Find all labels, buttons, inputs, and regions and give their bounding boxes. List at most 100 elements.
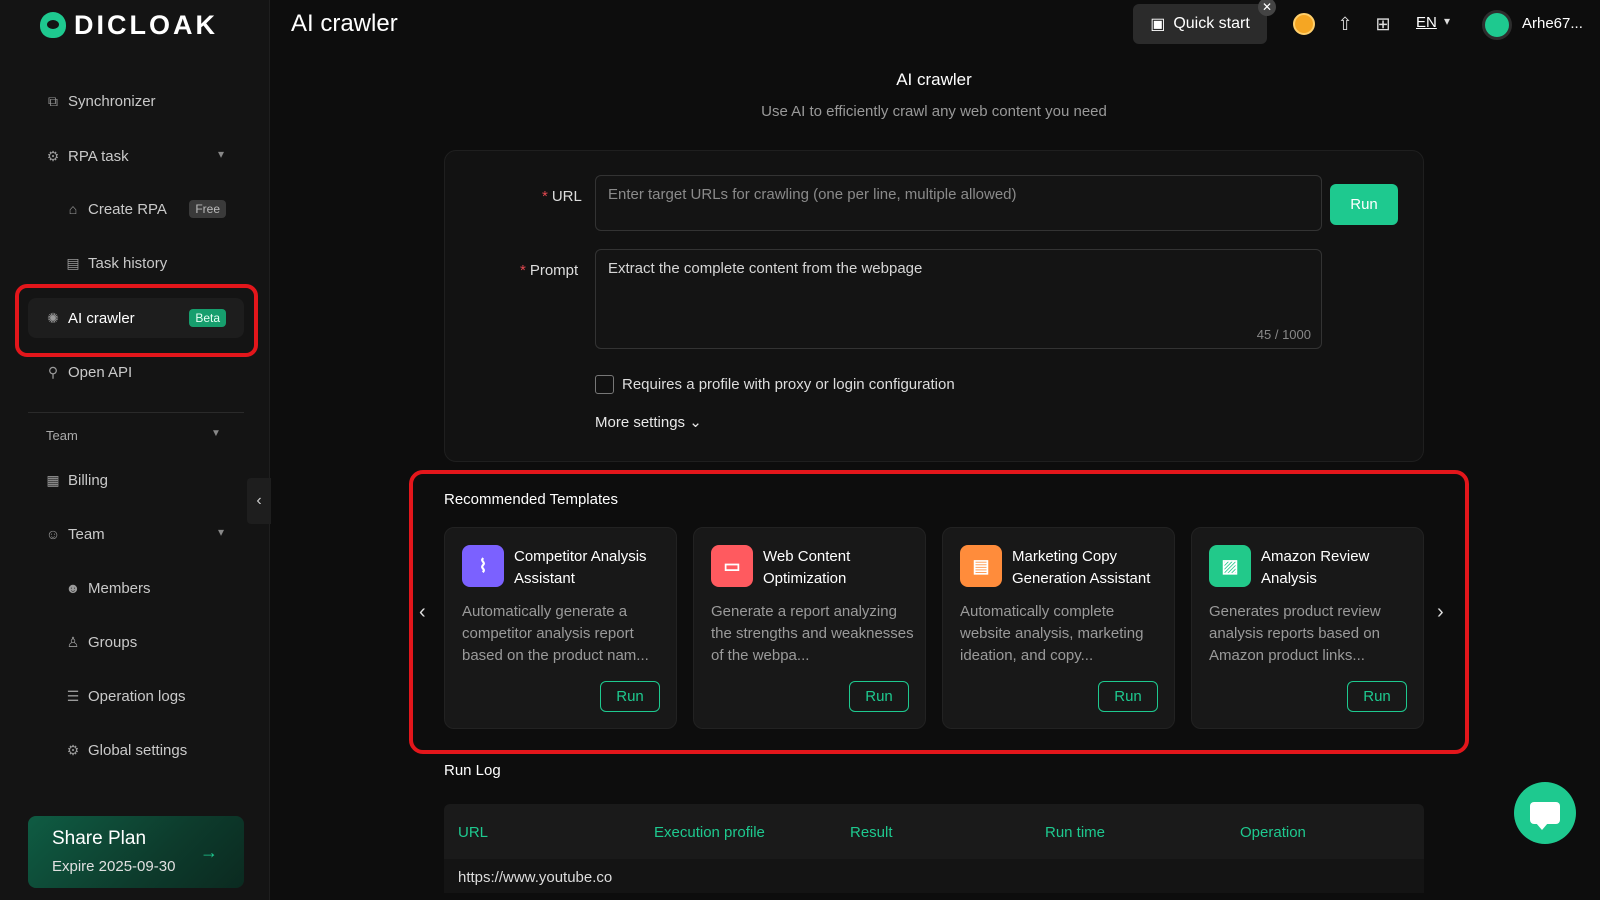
template-run-button[interactable]: Run [1347,681,1407,712]
url-input[interactable]: Enter target URLs for crawling (one per … [595,175,1322,231]
sidebar-item-groups[interactable]: ♙ Groups [28,622,244,662]
close-icon[interactable]: ✕ [1258,0,1276,16]
arrow-right-icon: → [200,842,218,862]
settings-icon: ⚙ [66,741,80,758]
chevron-down-icon: ▾ [217,525,224,539]
chevron-down-icon: ▾ [217,147,224,161]
page-title: AI crawler [291,10,398,37]
chevron-down-icon: ⌄ [689,414,702,431]
template-title: Marketing Copy Generation Assistant [1012,548,1151,587]
sidebar-item-label: Task history [88,254,168,272]
document-icon: ▤ [66,254,80,271]
chart-icon: ⌇ [462,545,504,587]
more-settings-toggle[interactable]: More settings ⌄ [595,413,702,431]
template-title: Amazon Review Analysis [1261,548,1370,587]
required-mark: * [542,188,548,205]
sidebar-divider [28,412,244,413]
docs-icon[interactable]: ⊞ [1371,12,1395,36]
sidebar-item-label: Create RPA [88,200,167,218]
sidebar-item-billing[interactable]: ▦ Billing [28,460,244,500]
template-title: Web Content Optimization [763,548,851,587]
row-url: https://www.youtube.co [458,869,613,886]
sidebar-item-global-settings[interactable]: ⚙ Global settings [28,730,244,770]
main-title: AI crawler [896,70,972,89]
log-icon: ☰ [66,687,80,704]
sidebar-item-label: Team [68,525,105,543]
share-plan-title: Share Plan [52,828,147,849]
groups-icon: ♙ [66,633,80,650]
column-header: Run time [1045,824,1106,841]
sidebar-item-operation-logs[interactable]: ☰ Operation logs [28,676,244,716]
quick-start-button[interactable]: ▣ Quick start [1133,4,1267,44]
required-mark: * [520,262,526,279]
template-run-button[interactable]: Run [600,681,660,712]
chat-bubble-icon [1530,802,1560,830]
sidebar-item-label: Global settings [88,741,188,759]
sidebar-item-label: Members [88,579,151,597]
bill-icon: ▦ [46,471,60,488]
sidebar-item-label: RPA task [68,147,129,165]
sidebar-item-label: Open API [68,363,133,381]
brand-logo[interactable]: DICLOAK [40,10,218,40]
free-badge: Free [189,200,226,218]
template-description: Generate a report analyzing the strength… [711,603,914,664]
avatar[interactable] [1482,10,1512,40]
sidebar-item-label: Operation logs [88,687,186,705]
username[interactable]: Arhe67... [1522,15,1583,32]
chevron-down-icon[interactable]: ▾ [1444,14,1450,28]
run-button[interactable]: Run [1330,184,1398,225]
prompt-text: Extract the complete content from the we… [608,260,923,277]
sidebar-item-team[interactable]: ☺ Team ▾ [28,514,244,554]
template-run-button[interactable]: Run [1098,681,1158,712]
review-icon: ▨ [1209,545,1251,587]
team-icon: ☺ [45,526,61,542]
column-header: Result [850,824,893,841]
run-log-title: Run Log [444,762,501,779]
column-header: Execution profile [654,824,765,841]
chevron-left-icon: ‹ [256,492,262,509]
template-run-button[interactable]: Run [849,681,909,712]
checkbox-label[interactable]: Requires a profile with proxy or login c… [622,376,955,393]
template-description: Automatically generate a competitor anal… [462,603,649,664]
caret-down-icon[interactable]: ▼ [211,428,221,439]
brand-name: DICLOAK [74,9,218,40]
template-card[interactable]: ▭ Web Content Optimization Generate a re… [693,527,926,729]
chat-support-button[interactable] [1514,782,1576,844]
sidebar-item-rpa-task[interactable]: ⚙ RPA task ▾ [28,136,244,176]
template-card[interactable]: ▨ Amazon Review Analysis Generates produ… [1191,527,1424,729]
app-window: DICLOAK ⧉ Synchronizer ⚙ RPA task ▾ ⌂ Cr… [0,0,1600,900]
sidebar-item-open-api[interactable]: ⚲ Open API [28,352,244,392]
template-title: Competitor Analysis Assistant [514,548,647,587]
column-header: Operation [1240,824,1306,841]
language-selector[interactable]: EN [1416,14,1437,31]
run-log-table-header: URL Execution profile Result Run time Op… [444,804,1424,859]
sidebar-item-task-history[interactable]: ▤ Task history [28,243,244,283]
coin-icon[interactable] [1292,12,1316,36]
sidebar-item-members[interactable]: ☻ Members [28,568,244,608]
sidebar-item-create-rpa[interactable]: ⌂ Create RPA Free [28,189,244,229]
members-icon: ☻ [65,580,81,596]
upload-icon[interactable]: ⇧ [1333,12,1357,36]
share-plan-card[interactable]: Share Plan Expire 2025-09-30 → [28,816,244,888]
book-icon: ▣ [1150,16,1166,33]
template-description: Generates product review analysis report… [1209,603,1381,664]
prompt-input[interactable]: Extract the complete content from the we… [595,249,1322,349]
plug-icon: ⚲ [47,363,59,380]
logo-icon [40,12,66,38]
table-row: https://www.youtube.co [444,859,1424,893]
carousel-next-icon[interactable]: › [1437,601,1444,624]
share-plan-expire: Expire 2025-09-30 [52,858,176,875]
column-header: URL [458,824,489,841]
template-description: Automatically complete website analysis,… [960,603,1144,664]
sidebar: DICLOAK ⧉ Synchronizer ⚙ RPA task ▾ ⌂ Cr… [0,0,270,900]
template-card[interactable]: ⌇ Competitor Analysis Assistant Automati… [444,527,677,729]
sidebar-item-label: Billing [68,471,109,489]
sidebar-item-label: Groups [88,633,138,651]
ai-doc-icon: ▤ [960,545,1002,587]
carousel-prev-icon[interactable]: ‹ [419,601,426,624]
robot-icon: ⚙ [46,147,60,164]
highlight-box-ai-crawler [15,284,258,357]
collapse-sidebar-button[interactable]: ‹ [247,478,271,524]
template-card[interactable]: ▤ Marketing Copy Generation Assistant Au… [942,527,1175,729]
proxy-login-checkbox[interactable] [595,375,614,394]
